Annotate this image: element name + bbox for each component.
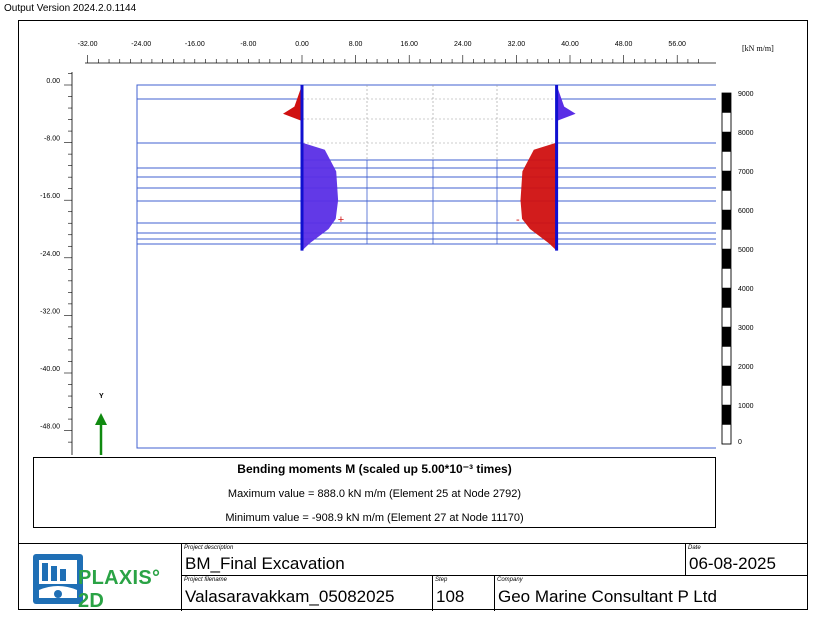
scale-segment-light <box>721 151 732 172</box>
project-description: BM_Final Excavation <box>185 554 345 573</box>
scale-segment-dark <box>722 171 731 191</box>
plaxis-logo-text: PLAXIS° 2D <box>78 567 161 612</box>
moment-fill-lower <box>302 142 339 251</box>
step-label: Step <box>435 577 448 583</box>
min-marker: - <box>516 214 520 226</box>
scale-bar: 9000 8000 7000 6000 5000 4000 3000 2000 1000 0 <box>721 91 754 446</box>
scale-segment-dark <box>722 327 731 347</box>
y-axis-arrow: Y <box>95 393 107 455</box>
x-tick-label: -24.00 <box>131 41 151 48</box>
scale-segment-light <box>721 385 732 406</box>
scale-tick-label: 7000 <box>738 169 754 176</box>
y-tick-label: -16.00 <box>40 193 60 200</box>
project-description-label: Project description <box>184 545 234 551</box>
date-label: Date <box>688 545 701 551</box>
x-tick-label: 48.00 <box>615 41 633 48</box>
scale-segment-light <box>721 346 732 367</box>
scale-segment-dark <box>722 405 731 425</box>
scale-tick-label: 4000 <box>738 286 754 293</box>
project-filename-cell: Project filename Valasaravakkam_05082025 <box>181 576 432 611</box>
scale-segment-light <box>721 112 732 133</box>
scale-tick-label: 6000 <box>738 208 754 215</box>
caption-max-value: Maximum value = 888.0 kN m/m (Element 25… <box>227 488 522 500</box>
x-unit-label: [kN m/m] <box>742 44 774 53</box>
y-tick-label: -24.00 <box>40 251 60 258</box>
y-axis: 0.00 -8.00 -16.00 -24.00 -32.00 -40.00 -48.00 <box>40 72 73 455</box>
company-cell: Company Geo Marine Consultant P Ltd <box>494 576 808 611</box>
x-tick-label: 16.00 <box>400 41 418 48</box>
date-value: 06-08-2025 <box>689 554 776 573</box>
scale-segment-dark <box>722 366 731 386</box>
legend-caption: Bending moments M (scaled up 5.00*10⁻³ t… <box>33 457 716 528</box>
scale-tick-label: 5000 <box>738 247 754 254</box>
project-filename: Valasaravakkam_05082025 <box>185 587 395 606</box>
x-tick-label: -8.00 <box>240 41 256 48</box>
scale-segment-light <box>721 307 732 328</box>
x-tick-label: 40.00 <box>561 41 579 48</box>
scale-tick-label: 0 <box>738 439 742 446</box>
scale-segment-light <box>721 229 732 250</box>
scale-segment-dark <box>722 288 731 308</box>
step-cell: Step 108 <box>432 576 494 611</box>
x-axis: -32.00 -24.00 -16.00 -8.00 0.00 8.00 16.00 24.0… <box>78 41 716 64</box>
moment-fill-upper <box>283 85 302 121</box>
model-boundary <box>136 84 716 449</box>
y-tick-label: 0.00 <box>46 78 60 85</box>
x-tick-label: 56.00 <box>668 41 686 48</box>
caption-min-value: Minimum value = -908.9 kN m/m (Element 2… <box>225 512 524 524</box>
y-tick-label: -40.00 <box>40 366 60 373</box>
x-tick-label: 8.00 <box>349 41 363 48</box>
scale-segment-light <box>721 268 732 289</box>
project-filename-label: Project filename <box>184 577 228 583</box>
scale-tick-label: 2000 <box>738 364 754 371</box>
scale-segment-light <box>721 190 732 211</box>
title-block: PLAXIS° 2D Project description BM_Final … <box>18 543 808 612</box>
company-label: Company <box>497 577 523 583</box>
y-tick-label: -8.00 <box>44 136 60 143</box>
x-tick-label: -16.00 <box>185 41 205 48</box>
plaxis-logo: PLAXIS° 2D <box>20 551 180 612</box>
y-tick-label: -48.00 <box>40 424 60 431</box>
company-value: Geo Marine Consultant P Ltd <box>498 587 717 606</box>
caption-title: Bending moments M (scaled up 5.00*10⁻³ t… <box>237 462 512 476</box>
x-tick-label: 0.00 <box>295 41 309 48</box>
scale-tick-label: 3000 <box>738 325 754 332</box>
step-value: 108 <box>436 587 465 606</box>
x-tick-label: 24.00 <box>454 41 472 48</box>
scale-tick-label: 9000 <box>738 91 754 98</box>
scale-tick-label: 1000 <box>738 403 754 410</box>
scale-segment-dark <box>722 249 731 269</box>
scale-segment-dark <box>722 93 731 113</box>
model-geometry <box>136 84 716 449</box>
plot-canvas: -32.00 -24.00 -16.00 -8.00 0.00 8.00 16.00 24.0… <box>40 41 774 455</box>
scale-tick-label: 8000 <box>738 130 754 137</box>
project-description-cell: Project description BM_Final Excavation <box>181 544 685 576</box>
scale-segment-light <box>721 424 732 445</box>
moment-fill-upper <box>556 85 576 121</box>
y-tick-label: -32.00 <box>40 308 60 315</box>
max-marker: + <box>338 214 344 226</box>
moment-fill-lower <box>520 142 557 251</box>
x-tick-label: 32.00 <box>508 41 526 48</box>
y-axis-letter: Y <box>99 393 104 400</box>
scale-segment-dark <box>722 132 731 152</box>
x-tick-label: -32.00 <box>78 41 98 48</box>
date-cell: Date 06-08-2025 <box>685 544 808 576</box>
scale-segment-dark <box>722 210 731 230</box>
